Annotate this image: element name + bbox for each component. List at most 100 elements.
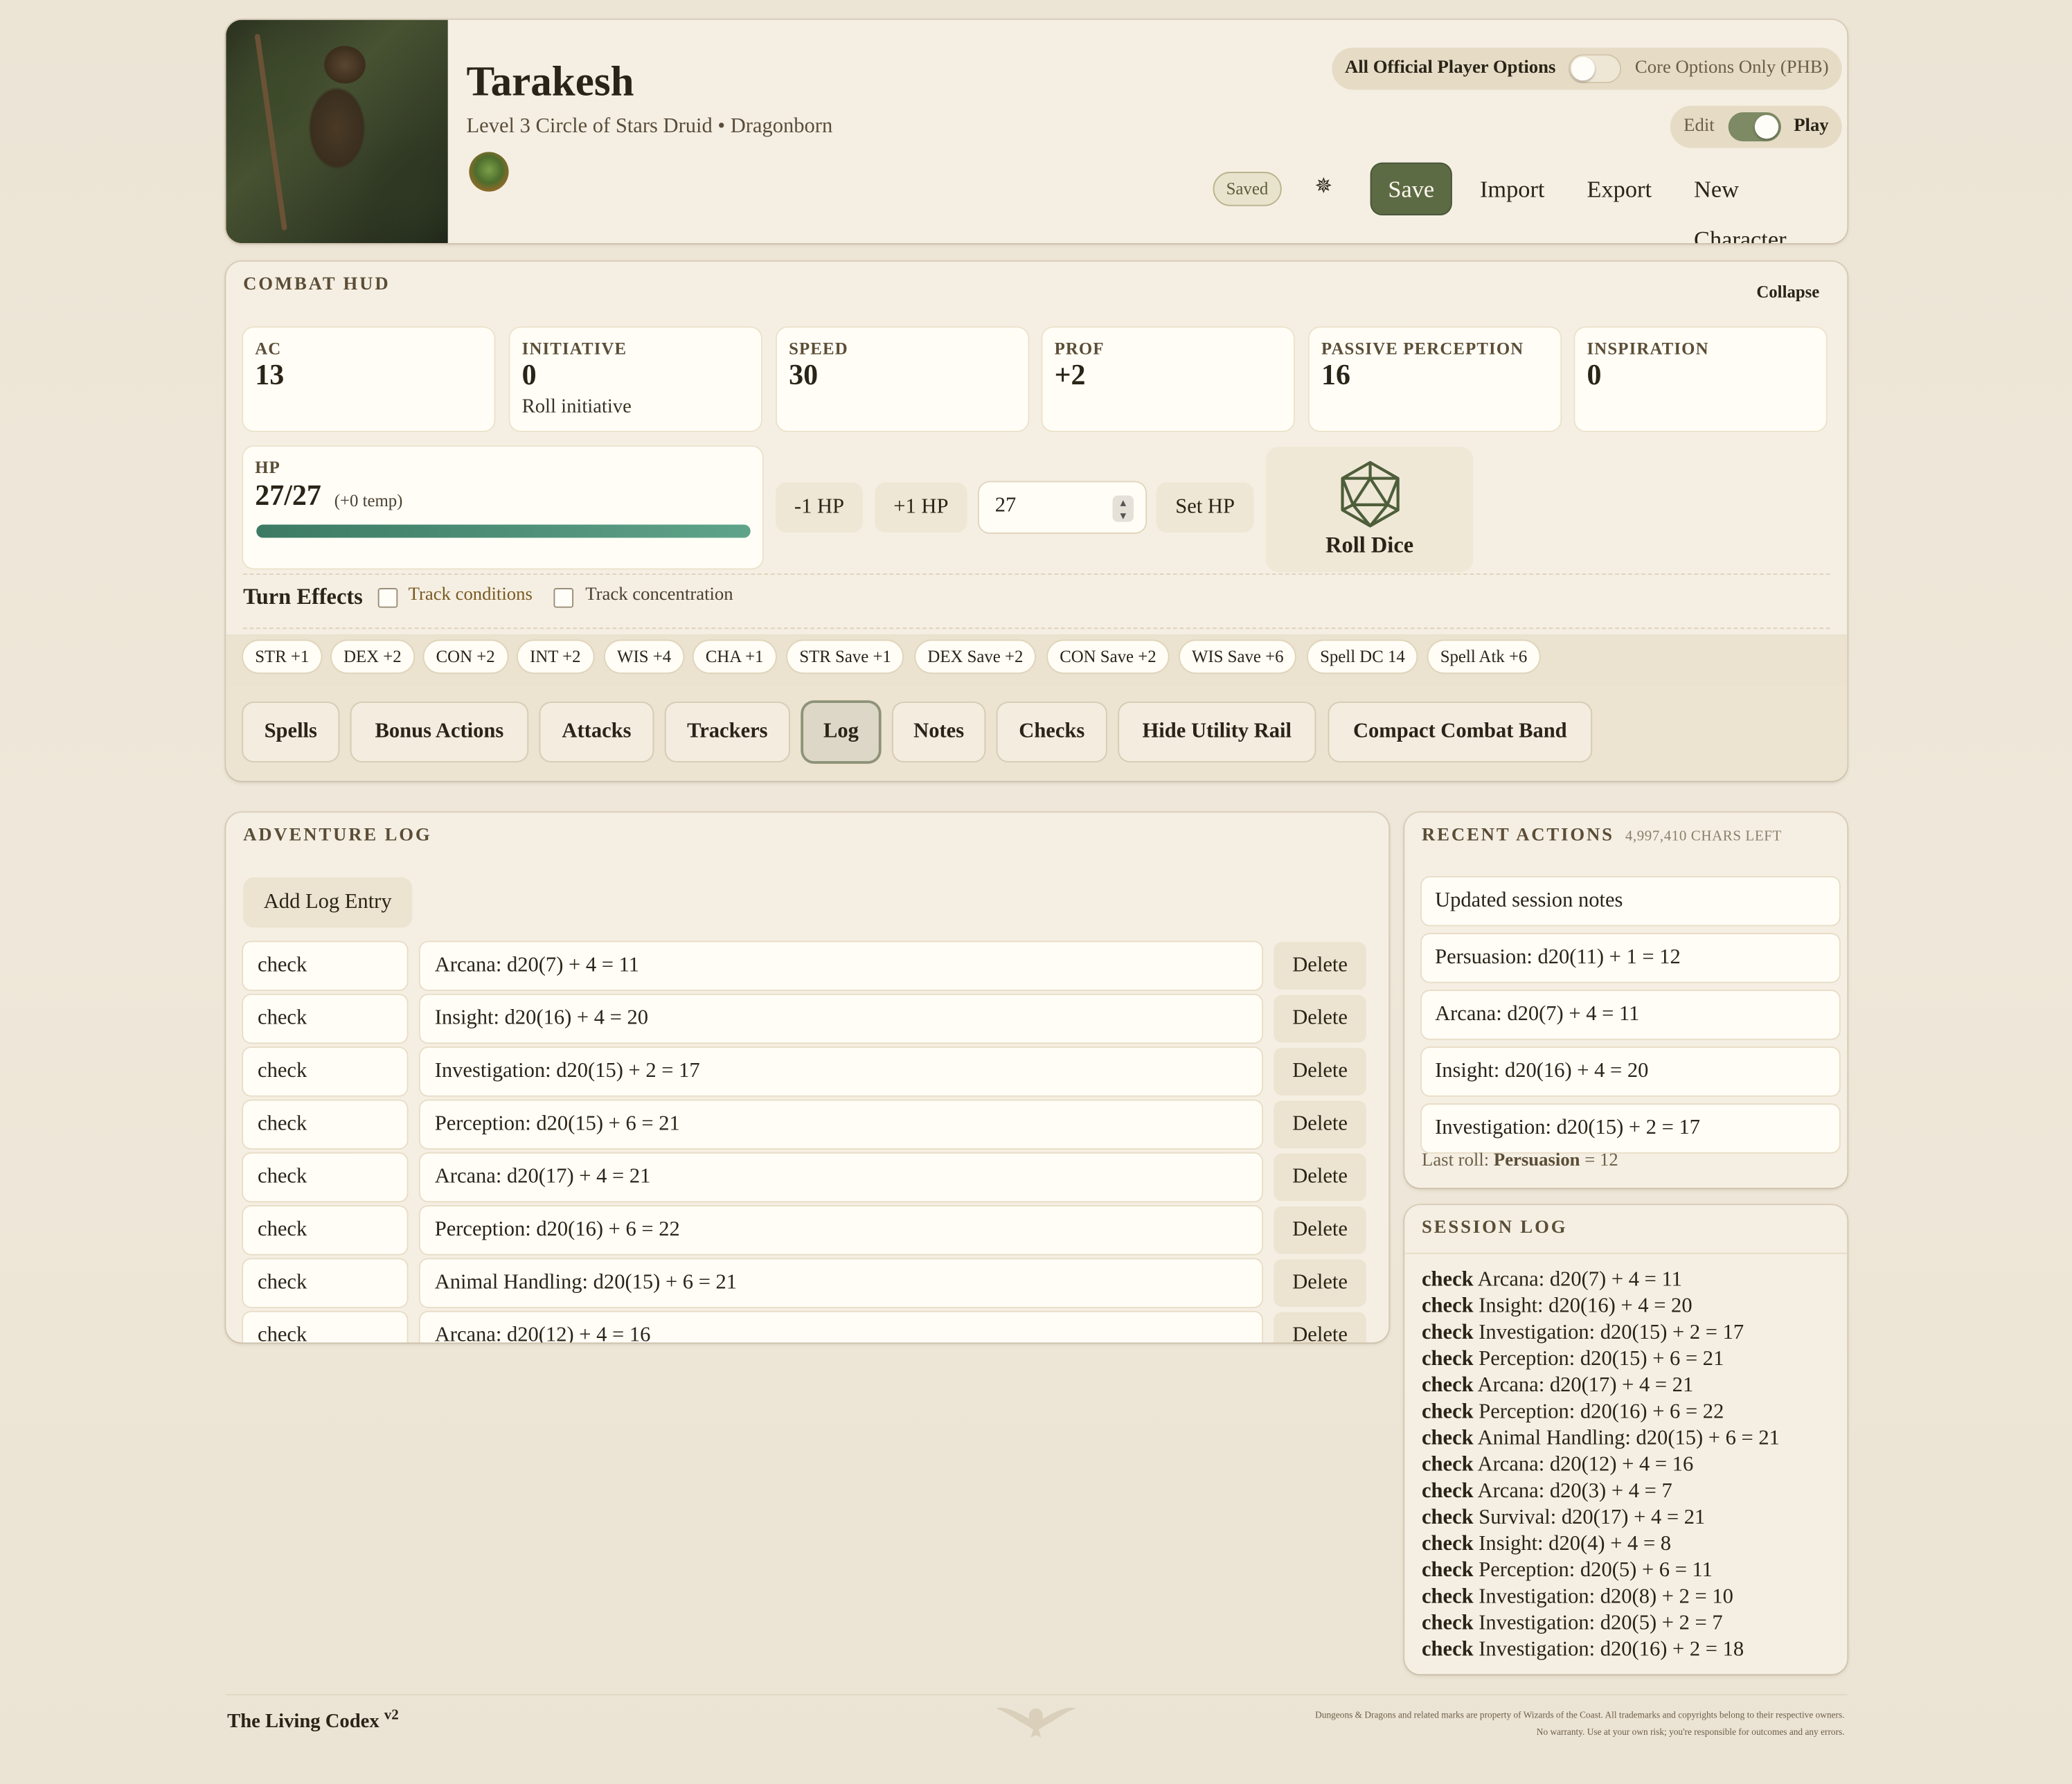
last-roll-summary: Last roll: Persuasion = 12 [1422,1151,1618,1172]
delete-button[interactable]: Delete [1274,1312,1366,1343]
entry-text: Perception: d20(16) + 6 = 22 [1479,1400,1724,1423]
log-type-input[interactable]: check [243,1259,407,1308]
entry-text: Arcana: d20(3) + 4 = 7 [1477,1479,1672,1503]
table-row: check Perception: d20(16) + 6 = 22 Delet… [243,1206,1366,1254]
log-type-input[interactable]: check [243,942,407,990]
delete-button[interactable]: Delete [1274,1048,1366,1096]
stat-initiative[interactable]: INITIATIVE 0 Roll initiative [510,328,762,431]
ability-chip[interactable]: INT +2 [517,641,593,673]
roll-dice-button[interactable]: Roll Dice [1265,446,1474,573]
stat-inspiration[interactable]: INSPIRATION 0 [1575,328,1826,431]
roll-initiative-link[interactable]: Roll initiative [522,396,632,418]
ability-chip[interactable]: CON +2 [424,641,507,673]
log-text-input[interactable]: Perception: d20(16) + 6 = 22 [420,1206,1262,1254]
set-hp-button[interactable]: Set HP [1156,482,1254,533]
player-options-toggle[interactable]: All Official Player Options Core Options… [1331,47,1842,90]
export-button[interactable]: Export [1571,164,1668,215]
track-concentration-label[interactable]: Track concentration [585,585,733,607]
log-text-input[interactable]: Insight: d20(16) + 4 = 20 [420,994,1262,1043]
delete-button[interactable]: Delete [1274,1153,1366,1202]
log-text-input[interactable]: Animal Handling: d20(15) + 6 = 21 [420,1259,1262,1308]
play-mode-label: Play [1794,116,1829,136]
stepper-icon[interactable]: ▴ ▾ [1112,495,1134,522]
session-log-line: check Insight: d20(4) + 4 = 8 [1422,1533,1671,1556]
tab-checks[interactable]: Checks [997,703,1106,762]
session-log-line: check Arcana: d20(17) + 4 = 21 [1422,1374,1693,1398]
hide-utility-rail-button[interactable]: Hide Utility Rail [1119,703,1315,762]
spell-dc-chip[interactable]: Spell DC 14 [1307,641,1417,673]
tab-notes[interactable]: Notes [893,703,985,762]
stat-value: 30 [789,358,819,391]
stat-value: 0 [521,358,537,391]
list-item[interactable]: Investigation: d20(15) + 2 = 17 [1422,1105,1839,1152]
delete-button[interactable]: Delete [1274,942,1366,990]
last-roll-result: = 12 [1584,1150,1618,1171]
recent-actions-panel: RECENT ACTIONS 4,997,410 CHARS LEFT Upda… [1404,812,1848,1188]
stat-proficiency: PROF +2 [1042,328,1294,431]
log-type-input[interactable]: check [243,1206,407,1254]
log-type-input[interactable]: check [243,1153,407,1202]
tab-bonus-actions[interactable]: Bonus Actions [351,703,528,762]
ability-chip[interactable]: WIS +4 [605,641,684,673]
stat-value: +2 [1054,358,1086,391]
log-type-input[interactable]: check [243,994,407,1043]
delete-button[interactable]: Delete [1274,1206,1366,1254]
tab-attacks[interactable]: Attacks [540,703,653,762]
spell-attack-chip[interactable]: Spell Atk +6 [1428,641,1539,673]
options-switch[interactable] [1569,54,1622,84]
save-button[interactable]: Save [1371,163,1451,215]
log-text-input[interactable]: Arcana: d20(7) + 4 = 11 [420,942,1262,990]
log-type-input[interactable]: check [243,1312,407,1343]
log-type-input[interactable]: check [243,1048,407,1096]
track-concentration-checkbox[interactable] [553,588,574,608]
session-log-line: check Investigation: d20(15) + 2 = 17 [1422,1321,1744,1345]
adventure-log-panel: ADVENTURE LOG Add Log Entry check Arcana… [226,812,1389,1343]
tab-spells[interactable]: Spells [243,703,339,762]
log-text-input[interactable]: Perception: d20(15) + 6 = 21 [420,1100,1262,1149]
stat-label: PROF [1054,338,1105,359]
save-chip[interactable]: WIS Save +6 [1179,641,1296,673]
table-row: check Insight: d20(16) + 4 = 20 Delete [243,994,1366,1043]
tab-log[interactable]: Log [803,703,879,762]
entry-text: Arcana: d20(17) + 4 = 21 [1477,1374,1694,1397]
delete-button[interactable]: Delete [1274,1259,1366,1308]
new-character-button[interactable]: New Character [1678,164,1847,243]
turn-effects-title: Turn Effects [243,584,363,609]
list-item[interactable]: Updated session notes [1422,877,1839,925]
save-chip[interactable]: STR Save +1 [787,641,904,673]
log-text-input[interactable]: Arcana: d20(12) + 4 = 16 [420,1312,1262,1343]
add-log-entry-button[interactable]: Add Log Entry [243,877,413,928]
ability-chip[interactable]: DEX +2 [331,641,413,673]
edit-play-toggle[interactable]: Edit Play [1670,105,1842,148]
log-text-input[interactable]: Investigation: d20(15) + 2 = 17 [420,1048,1262,1096]
list-item[interactable]: Insight: d20(16) + 4 = 20 [1422,1048,1839,1096]
character-name: Tarakesh [466,57,634,105]
collapse-button[interactable]: Collapse [1756,281,1819,303]
plus-hp-button[interactable]: +1 HP [875,482,967,533]
entry-text: Insight: d20(4) + 4 = 8 [1479,1533,1672,1555]
legal-line: No warranty. Use at your own risk; you'r… [1536,1727,1845,1738]
track-conditions-label[interactable]: Track conditions [409,585,533,607]
settings-gear-icon[interactable]: ✵ [1314,173,1332,199]
all-options-label: All Official Player Options [1344,57,1556,78]
log-text-input[interactable]: Arcana: d20(17) + 4 = 21 [420,1153,1262,1202]
save-chip[interactable]: DEX Save +2 [916,641,1035,673]
table-row: check Investigation: d20(15) + 2 = 17 De… [243,1048,1366,1096]
hp-number-input[interactable]: 27 ▴ ▾ [979,482,1146,533]
ability-chip[interactable]: CHA +1 [693,641,776,673]
list-item[interactable]: Persuasion: d20(11) + 1 = 12 [1422,934,1839,982]
delete-button[interactable]: Delete [1274,1100,1366,1149]
roll-dice-label: Roll Dice [1325,532,1414,558]
import-button[interactable]: Import [1464,164,1560,215]
save-chip[interactable]: CON Save +2 [1048,641,1168,673]
tab-trackers[interactable]: Trackers [666,703,789,762]
track-conditions-checkbox[interactable] [377,588,398,608]
ability-chip[interactable]: STR +1 [243,641,321,673]
compact-combat-band-button[interactable]: Compact Combat Band [1329,703,1591,762]
delete-button[interactable]: Delete [1274,994,1366,1043]
minus-hp-button[interactable]: -1 HP [775,482,863,533]
stat-label: PASSIVE PERCEPTION [1321,338,1524,359]
log-type-input[interactable]: check [243,1100,407,1149]
list-item[interactable]: Arcana: d20(7) + 4 = 11 [1422,991,1839,1039]
mode-switch[interactable] [1727,112,1781,142]
